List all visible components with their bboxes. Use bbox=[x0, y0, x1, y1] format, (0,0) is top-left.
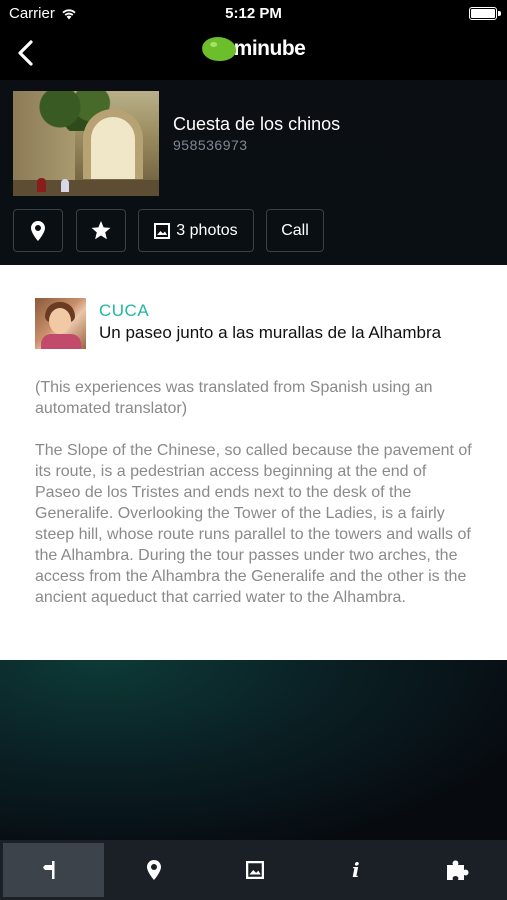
avatar[interactable] bbox=[35, 298, 86, 349]
place-header: Cuesta de los chinos 958536973 3 photos … bbox=[0, 80, 507, 265]
review-body: The Slope of the Chinese, so called beca… bbox=[35, 442, 472, 606]
puzzle-icon bbox=[446, 860, 469, 880]
background-region bbox=[0, 660, 507, 840]
status-time: 5:12 PM bbox=[225, 5, 282, 22]
photos-button-label: 3 photos bbox=[176, 221, 238, 239]
info-icon: i bbox=[351, 858, 360, 882]
call-button-label: Call bbox=[281, 221, 309, 239]
tab-bar: i bbox=[0, 840, 507, 900]
place-phone: 958536973 bbox=[173, 137, 248, 153]
battery-icon bbox=[469, 7, 501, 20]
review-title: Un paseo junto a las murallas de la Alha… bbox=[99, 323, 442, 342]
translation-note: (This experiences was translated from Sp… bbox=[35, 379, 433, 417]
tab-extras[interactable] bbox=[406, 840, 507, 900]
map-pin-icon bbox=[147, 860, 162, 880]
place-thumbnail[interactable] bbox=[13, 91, 159, 196]
logo-text: minube bbox=[233, 37, 306, 60]
photos-button[interactable]: 3 photos bbox=[138, 209, 254, 252]
minube-logo: minube bbox=[201, 37, 306, 61]
favorite-button[interactable] bbox=[76, 209, 126, 252]
call-button[interactable]: Call bbox=[266, 209, 324, 252]
tab-map[interactable] bbox=[104, 840, 205, 900]
back-button[interactable] bbox=[12, 38, 42, 68]
tab-photos[interactable] bbox=[205, 840, 306, 900]
place-name: Cuesta de los chinos bbox=[173, 114, 341, 134]
photo-icon bbox=[154, 222, 171, 239]
status-bar: Carrier 5:12 PM bbox=[0, 0, 507, 28]
review-author[interactable]: CUCA bbox=[99, 301, 149, 321]
photo-icon bbox=[245, 861, 264, 879]
star-icon bbox=[91, 221, 111, 240]
map-button[interactable] bbox=[13, 209, 63, 252]
tab-directions[interactable] bbox=[3, 843, 104, 897]
nav-bar: minube bbox=[0, 28, 507, 80]
signpost-icon bbox=[43, 861, 55, 879]
logo-blob-icon bbox=[201, 37, 236, 61]
chevron-left-icon bbox=[18, 40, 33, 66]
review-card: CUCA Un paseo junto a las murallas de la… bbox=[0, 265, 507, 660]
map-pin-icon bbox=[31, 220, 45, 241]
tab-info[interactable]: i bbox=[305, 840, 406, 900]
